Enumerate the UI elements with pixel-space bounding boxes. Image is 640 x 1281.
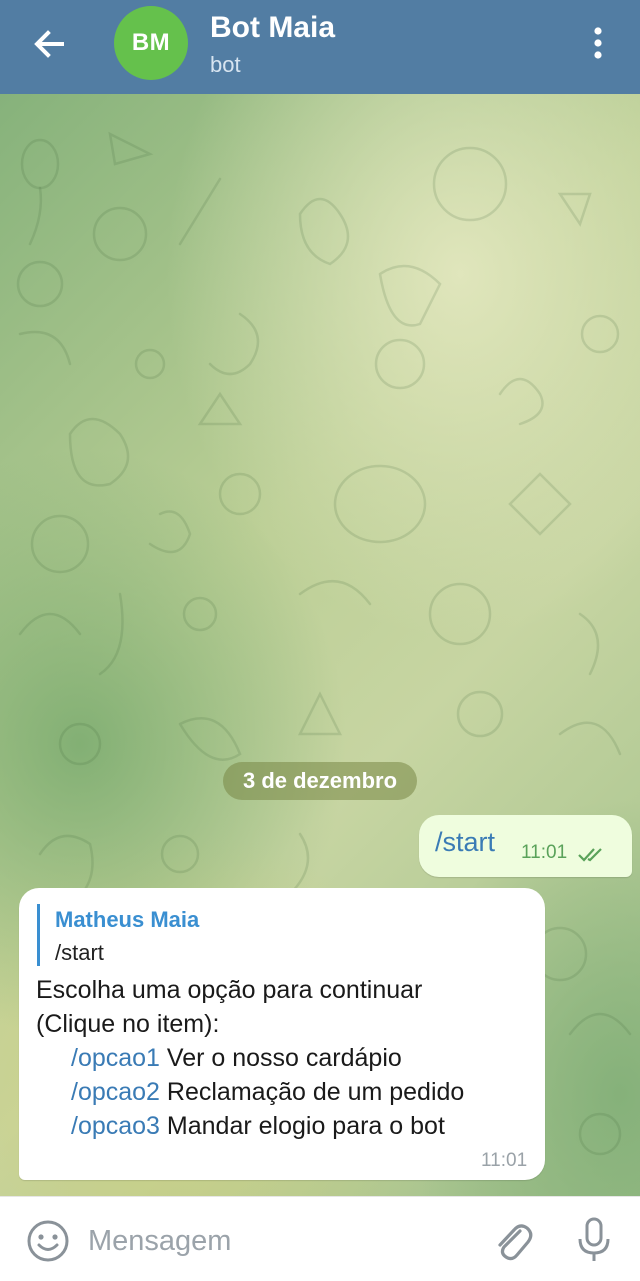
- option-label: Mandar elogio para o bot: [166, 1112, 445, 1140]
- chat-area[interactable]: 3 de dezembro /start 11:01 Matheus Maia …: [0, 94, 640, 1196]
- microphone-icon: [578, 1217, 610, 1261]
- chat-subtitle: bot: [210, 52, 241, 77]
- date-separator: 3 de dezembro: [223, 762, 417, 800]
- option-item: /opcao2 Reclamação de um pedido: [71, 1078, 464, 1107]
- paperclip-icon: [498, 1224, 533, 1261]
- message-line: (Clique no item):: [36, 1010, 220, 1038]
- reply-quote[interactable]: Matheus Maia /start: [37, 904, 500, 966]
- command-link-opcao1[interactable]: /opcao1: [71, 1044, 160, 1072]
- chat-header: BM Bot Maia bot: [0, 0, 640, 94]
- option-label: Ver o nosso cardápio: [166, 1044, 402, 1072]
- message-time: 11:01: [521, 842, 568, 863]
- emoji-button[interactable]: [26, 1219, 70, 1263]
- avatar[interactable]: BM: [114, 6, 188, 80]
- option-label: Reclamação de um pedido: [166, 1078, 465, 1106]
- arrow-left-icon: [34, 30, 64, 58]
- attach-button[interactable]: [490, 1217, 534, 1265]
- reply-text: /start: [55, 940, 104, 965]
- message-input-bar: [0, 1196, 640, 1281]
- message-text[interactable]: /start: [435, 827, 495, 858]
- more-vertical-icon: [594, 27, 602, 59]
- more-options-button[interactable]: [578, 22, 618, 66]
- reply-author: Matheus Maia: [55, 907, 200, 932]
- double-check-icon: [578, 848, 602, 862]
- message-line: Escolha uma opção para continuar: [36, 976, 423, 1004]
- message-input[interactable]: [88, 1217, 468, 1265]
- option-item: /opcao1 Ver o nosso cardápio: [71, 1044, 402, 1073]
- message-time: 11:01: [481, 1150, 528, 1171]
- incoming-message[interactable]: Matheus Maia /start Escolha uma opção pa…: [19, 888, 545, 1180]
- chat-title[interactable]: Bot Maia: [210, 11, 335, 45]
- emoji-icon: [27, 1220, 69, 1262]
- outgoing-message[interactable]: /start 11:01: [419, 815, 632, 877]
- voice-button[interactable]: [574, 1215, 614, 1265]
- command-link-opcao2[interactable]: /opcao2: [71, 1078, 160, 1106]
- command-link-opcao3[interactable]: /opcao3: [71, 1112, 160, 1140]
- option-item: /opcao3 Mandar elogio para o bot: [71, 1112, 445, 1141]
- back-button[interactable]: [26, 22, 74, 70]
